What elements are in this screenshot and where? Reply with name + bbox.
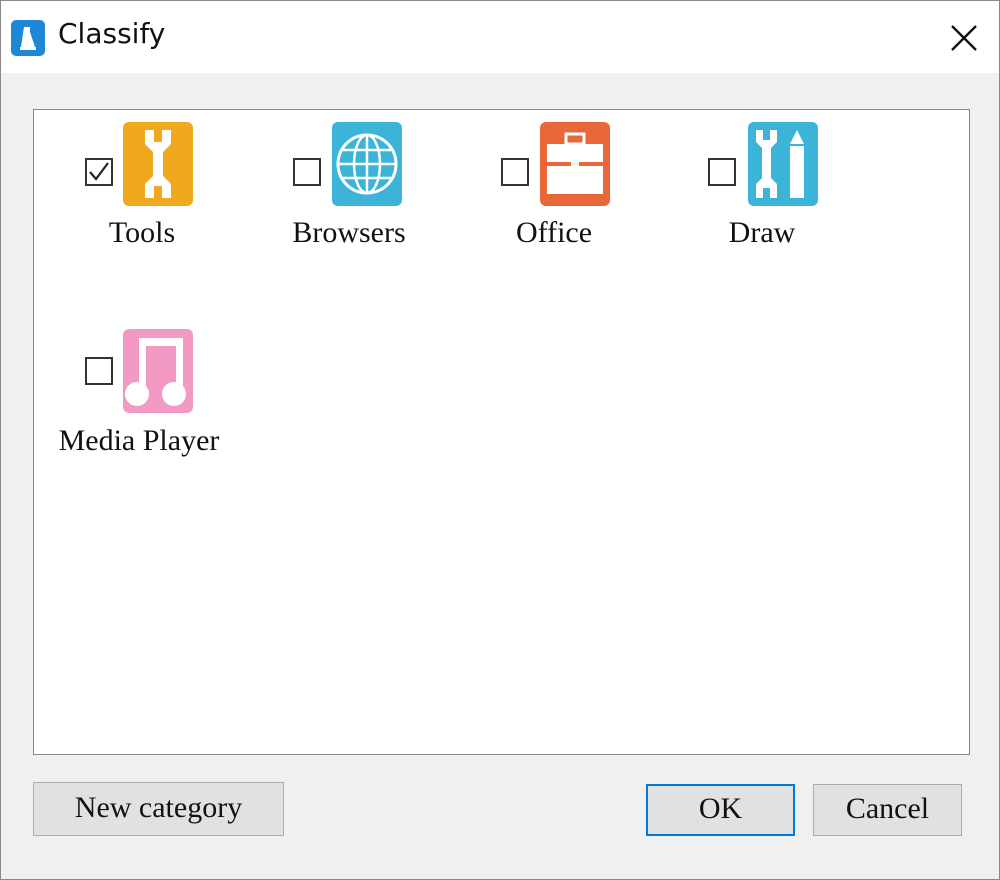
category-checkbox-browsers[interactable]: [293, 158, 321, 186]
briefcase-icon: [540, 122, 610, 206]
window-title: Classify: [58, 17, 166, 50]
category-checkbox-office[interactable]: [501, 158, 529, 186]
category-label-office: Office: [515, 216, 593, 249]
category-list-panel: Tools Browsers Office Draw Media Player: [33, 109, 970, 755]
category-office: Office: [456, 120, 656, 260]
checkmark-icon: [89, 162, 109, 181]
tools-icon: [123, 122, 193, 206]
globe-icon: [332, 122, 402, 206]
close-icon: [951, 25, 977, 51]
category-checkbox-tools[interactable]: [85, 158, 113, 186]
cancel-button[interactable]: Cancel: [813, 784, 962, 836]
new-category-button[interactable]: New category: [33, 782, 284, 836]
category-tools: Tools: [42, 120, 242, 260]
category-draw: Draw: [664, 120, 864, 260]
category-browsers: Browsers: [249, 120, 449, 260]
category-label-browsers: Browsers: [292, 216, 406, 249]
app-icon: [11, 20, 45, 56]
category-label-media-player: Media Player: [58, 424, 220, 457]
wrench-pencil-icon: [748, 122, 818, 206]
music-note-icon: [123, 329, 193, 413]
category-checkbox-draw[interactable]: [708, 158, 736, 186]
ok-button[interactable]: OK: [646, 784, 795, 836]
category-label-tools: Tools: [108, 216, 176, 249]
category-label-draw: Draw: [728, 216, 796, 249]
category-media-player: Media Player: [42, 328, 242, 468]
title-bar: Classify: [1, 1, 999, 73]
category-checkbox-media-player[interactable]: [85, 357, 113, 385]
classify-dialog: Classify Tools Browsers Office Draw Medi…: [0, 0, 1000, 880]
close-button[interactable]: [935, 11, 991, 63]
